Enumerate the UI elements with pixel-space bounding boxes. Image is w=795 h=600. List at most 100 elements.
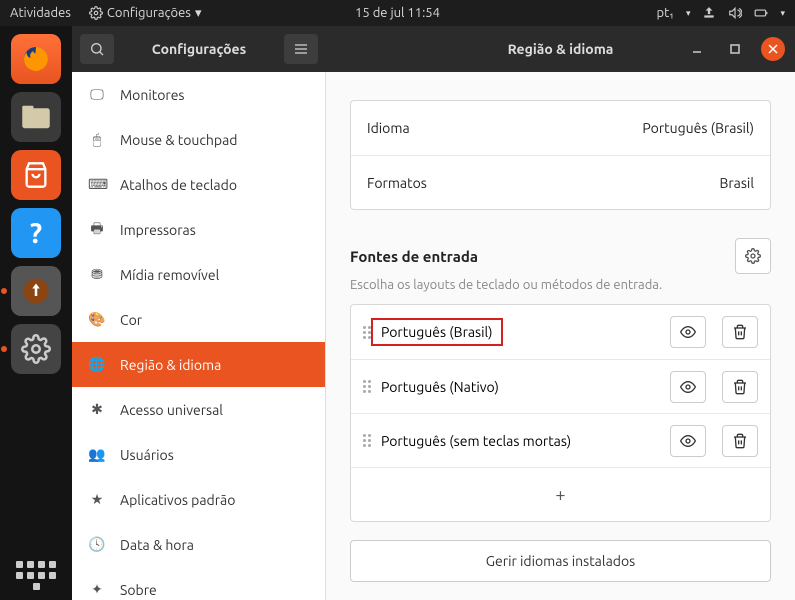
input-source-row[interactable]: Português (Nativo) (351, 359, 770, 413)
help-icon: ? (30, 218, 42, 249)
sidebar-item-icon: 🖵 (88, 86, 106, 103)
hamburger-menu[interactable] (284, 34, 318, 64)
trash-icon (732, 379, 748, 395)
sidebar-item-atalhos-de-teclado[interactable]: ⌨ Atalhos de teclado (72, 162, 325, 207)
sidebar-item-icon: ⛃ (88, 266, 106, 283)
language-value: Português (Brasil) (642, 120, 754, 136)
input-source-row[interactable]: Português (Brasil) (351, 305, 770, 359)
topbar-app-menu[interactable]: Configurações ▾ (89, 6, 202, 21)
sidebar-item-label: Cor (120, 312, 142, 328)
sidebar-item-acesso-universal[interactable]: ✱Acesso universal (72, 387, 325, 432)
input-source-name: Português (Nativo) (381, 379, 654, 395)
sidebar-item-usu-rios[interactable]: 👥 Usuários (72, 432, 325, 477)
search-icon (89, 41, 105, 57)
gear-icon (21, 334, 51, 364)
formats-value: Brasil (719, 175, 754, 191)
network-icon[interactable] (702, 6, 716, 20)
sidebar-item-label: Monitores (120, 87, 185, 103)
drag-handle-icon[interactable] (363, 434, 371, 447)
firefox-icon (20, 43, 52, 75)
maximize-icon (730, 44, 740, 54)
sidebar-item-label: Sobre (120, 582, 157, 598)
input-sources-subtitle: Escolha os layouts de teclado ou métodos… (350, 278, 771, 292)
chevron-down-icon: ▾ (686, 8, 691, 19)
dock-updater[interactable] (11, 266, 61, 316)
gear-icon (745, 248, 761, 264)
input-source-row[interactable]: Português (sem teclas mortas) (351, 413, 770, 467)
titlebar: Configurações Região & idioma (72, 26, 795, 72)
sidebar-item-icon: ✱ (88, 401, 106, 418)
shopping-bag-icon (22, 161, 50, 189)
remove-layout-button[interactable] (722, 316, 758, 348)
language-label: Idioma (367, 120, 642, 136)
settings-sidebar[interactable]: 🖵 Monitores 🖱 Mouse & touchpad ⌨ Atalhos de t… (72, 72, 326, 600)
battery-icon[interactable] (754, 6, 768, 20)
drag-handle-icon[interactable] (363, 326, 371, 339)
volume-icon[interactable] (728, 6, 742, 20)
language-row[interactable]: Idioma Português (Brasil) (351, 101, 770, 155)
chevron-down-icon: ▾ (195, 6, 202, 21)
sidebar-item-label: Mouse & touchpad (120, 132, 237, 148)
sidebar-item-regi-o-idioma[interactable]: 🌐Região & idioma (72, 342, 325, 387)
maximize-button[interactable] (723, 37, 747, 61)
sidebar-item-impressoras[interactable]: 🖶Impressoras (72, 207, 325, 252)
formats-row[interactable]: Formatos Brasil (351, 155, 770, 209)
update-icon (21, 276, 51, 306)
sidebar-item-icon: ⌨ (88, 176, 106, 193)
preview-layout-button[interactable] (670, 371, 706, 403)
dock-files[interactable] (11, 92, 61, 142)
sidebar-item-label: Usuários (120, 447, 174, 463)
dock-show-apps[interactable] (11, 550, 61, 600)
minimize-icon (692, 44, 702, 54)
topbar-datetime[interactable]: 15 de jul 11:54 (355, 6, 440, 20)
manage-languages-button[interactable]: Gerir idiomas instalados (350, 540, 771, 582)
sidebar-item-icon: 🖱 (88, 131, 106, 148)
activities-button[interactable]: Atividades (10, 6, 71, 20)
sidebar-item-icon: 🕓 (88, 536, 106, 553)
sidebar-item-icon: ★ (88, 491, 106, 508)
input-indicator[interactable]: pt₁ (657, 6, 674, 20)
input-sources-list: Português (Brasil) Português (Nativo) Port… (350, 304, 771, 522)
formats-label: Formatos (367, 175, 719, 191)
preview-layout-button[interactable] (670, 425, 706, 457)
add-input-source-button[interactable]: + (351, 467, 770, 521)
sidebar-item-mouse-touchpad[interactable]: 🖱 Mouse & touchpad (72, 117, 325, 162)
trash-icon (732, 433, 748, 449)
sidebar-item-icon: 👥 (88, 446, 106, 463)
ubuntu-dock: ? (0, 26, 72, 600)
close-icon (768, 44, 778, 54)
search-button[interactable] (80, 34, 114, 64)
content-area: Idioma Português (Brasil) Formatos Brasi… (326, 72, 795, 600)
sidebar-item-label: Mídia removível (120, 267, 219, 283)
language-card: Idioma Português (Brasil) Formatos Brasi… (350, 100, 771, 210)
sidebar-item-cor[interactable]: 🎨 Cor (72, 297, 325, 342)
minimize-button[interactable] (685, 37, 709, 61)
gear-icon (89, 6, 103, 20)
input-source-name: Português (sem teclas mortas) (381, 433, 654, 449)
sidebar-item-icon: ✦ (88, 581, 106, 598)
drag-handle-icon[interactable] (363, 380, 371, 393)
chevron-down-icon: ▾ (780, 8, 785, 19)
sidebar-item-icon: 🎨 (88, 311, 106, 328)
eye-icon (680, 433, 696, 449)
sidebar-item-m-dia-remov-vel[interactable]: ⛃ Mídia removível (72, 252, 325, 297)
folder-icon (21, 104, 51, 130)
sidebar-item-icon: 🖶 (88, 218, 106, 242)
dock-firefox[interactable] (11, 34, 61, 84)
close-button[interactable] (761, 37, 785, 61)
dock-help[interactable]: ? (11, 208, 61, 258)
sidebar-item-label: Atalhos de teclado (120, 177, 237, 193)
sidebar-item-sobre[interactable]: ✦ Sobre (72, 567, 325, 600)
sidebar-item-data-hora[interactable]: 🕓Data & hora (72, 522, 325, 567)
dock-settings[interactable] (11, 324, 61, 374)
remove-layout-button[interactable] (722, 371, 758, 403)
menu-icon (293, 41, 309, 57)
preview-layout-button[interactable] (670, 316, 706, 348)
sidebar-item-label: Aplicativos padrão (120, 492, 235, 508)
input-sources-settings-button[interactable] (735, 238, 771, 274)
sidebar-item-aplicativos-padr-o[interactable]: ★ Aplicativos padrão (72, 477, 325, 522)
sidebar-item-label: Região & idioma (120, 357, 221, 373)
dock-software[interactable] (11, 150, 61, 200)
remove-layout-button[interactable] (722, 425, 758, 457)
sidebar-item-monitores[interactable]: 🖵 Monitores (72, 72, 325, 117)
